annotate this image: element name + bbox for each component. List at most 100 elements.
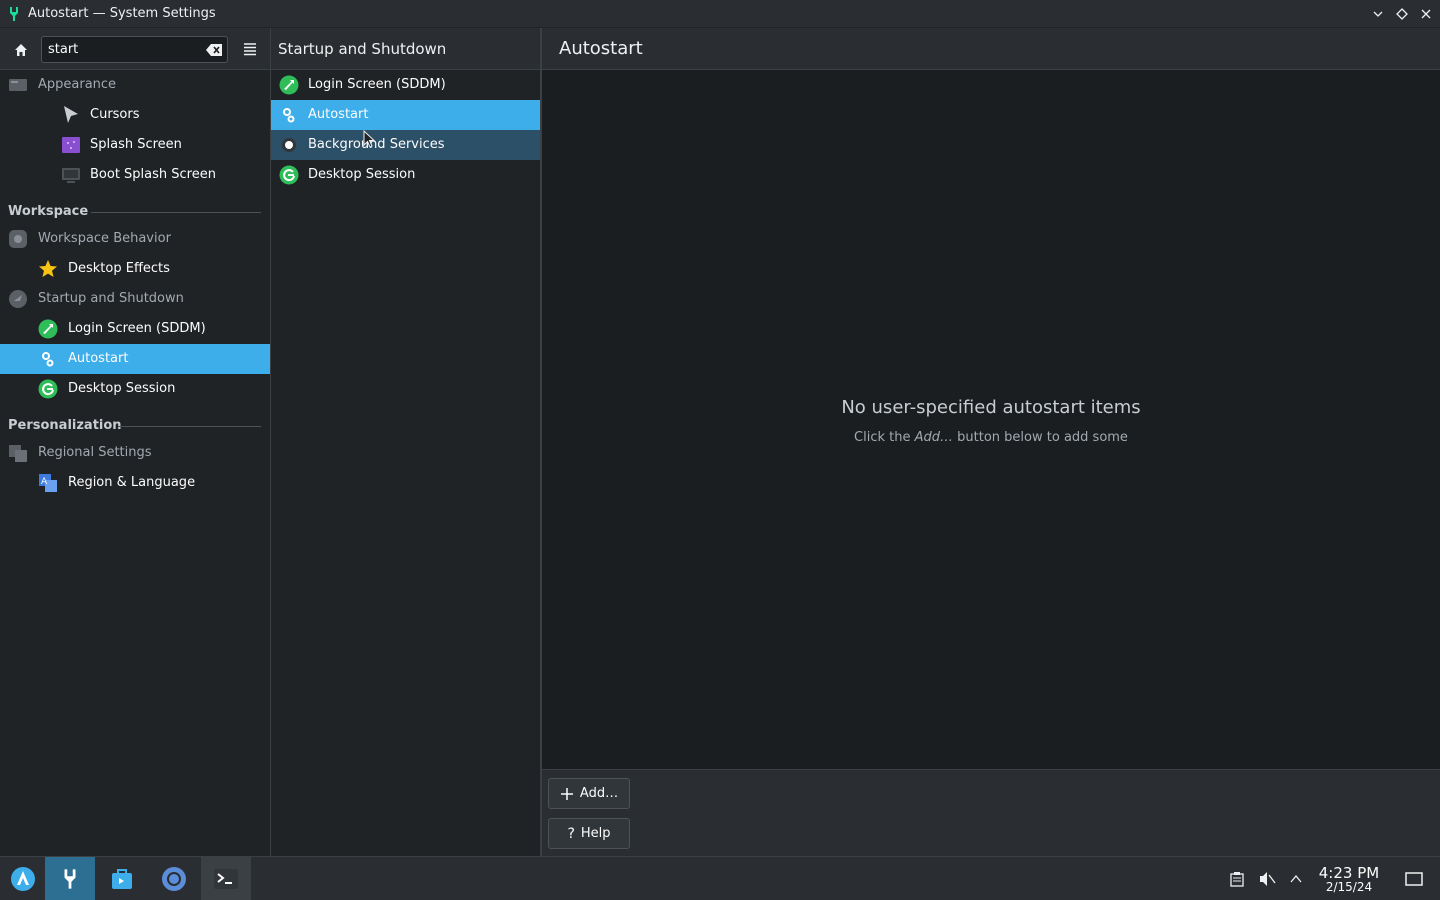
list-item-label: Desktop Session <box>308 167 416 182</box>
show-desktop-icon[interactable] <box>1404 869 1424 889</box>
login-icon <box>38 319 58 339</box>
home-icon <box>15 44 27 56</box>
sidebar-item-label: Cursors <box>90 107 140 122</box>
sidebar-item-appearance[interactable]: Appearance <box>0 70 270 100</box>
middle-header-title: Startup and Shutdown <box>271 28 541 70</box>
terminal-icon <box>214 869 238 889</box>
splash-icon <box>61 135 81 155</box>
sidebar-item-label: Boot Splash Screen <box>90 167 216 182</box>
category-list: Login Screen (SDDM) Autostart Background… <box>271 70 540 856</box>
list-item-label: Login Screen (SDDM) <box>308 77 446 92</box>
plus-icon <box>560 787 573 800</box>
taskbar-discover[interactable] <box>97 857 147 900</box>
sidebar-item-label: Startup and Shutdown <box>38 291 184 306</box>
window-title: Autostart — System Settings <box>28 6 216 21</box>
help-button[interactable]: ? Help <box>548 818 630 849</box>
mouse-pointer-icon <box>363 129 377 150</box>
hamburger-menu-button[interactable] <box>238 37 262 61</box>
login-icon <box>279 75 299 95</box>
store-icon <box>112 869 132 889</box>
list-item-label: Autostart <box>308 107 369 122</box>
startup-icon <box>8 289 28 309</box>
close-button[interactable] <box>1416 4 1436 24</box>
taskbar-system-settings[interactable] <box>45 857 95 900</box>
system-settings-icon <box>0 0 28 28</box>
sidebar-item-label: Region & Language <box>68 475 196 490</box>
autostart-content: No user-specified autostart items Click … <box>542 70 1440 769</box>
list-item-login-screen[interactable]: Login Screen (SDDM) <box>271 70 540 100</box>
minimize-button[interactable] <box>1368 4 1388 24</box>
add-button[interactable]: Add… <box>548 778 630 809</box>
autostart-icon <box>279 105 299 125</box>
sidebar-item-region-language[interactable]: A Region & Language <box>0 468 270 498</box>
taskbar-browser[interactable] <box>149 857 199 900</box>
page-title: Autostart <box>542 28 1440 70</box>
session-icon <box>38 379 58 399</box>
empty-state-subtitle: Click the Add… button below to add some <box>542 430 1440 445</box>
empty-state-subtitle-prefix: Click the <box>854 430 915 445</box>
regional-icon <box>8 443 28 463</box>
list-item-autostart[interactable]: Autostart <box>271 100 540 130</box>
sidebar-item-startup-and-shutdown[interactable]: Startup and Shutdown <box>0 284 270 314</box>
taskbar <box>0 856 1440 900</box>
footer-bar: Add… ? Help <box>542 769 1440 856</box>
system-settings-icon <box>64 869 76 889</box>
section-divider <box>91 212 261 213</box>
browser-icon <box>162 867 186 891</box>
sidebar-item-splash-screen[interactable]: Splash Screen <box>0 130 270 160</box>
sidebar-item-workspace-behavior[interactable]: Workspace Behavior <box>0 224 270 254</box>
sidebar-item-label: Appearance <box>38 77 117 92</box>
svg-text:A: A <box>41 477 48 487</box>
empty-state-subtitle-suffix: button below to add some <box>953 430 1128 445</box>
search-input[interactable]: start <box>41 36 228 63</box>
empty-state-subtitle-emph: Add… <box>914 430 954 445</box>
autostart-icon <box>38 349 58 369</box>
panel-divider[interactable] <box>270 28 271 856</box>
add-button-label: Add… <box>579 786 619 801</box>
sidebar-item-autostart[interactable]: Autostart <box>0 344 270 374</box>
section-divider <box>118 426 261 427</box>
sidebar-item-cursors[interactable]: Cursors <box>0 100 270 130</box>
search-input-value: start <box>48 42 79 57</box>
sidebar-item-boot-splash-screen[interactable]: Boot Splash Screen <box>0 160 270 190</box>
title-bar: Autostart — System Settings <box>0 0 1440 28</box>
sidebar: Appearance Cursors Splash Screen Boot Sp… <box>0 70 270 856</box>
volume-muted-icon[interactable] <box>1257 869 1277 889</box>
sidebar-item-label: Desktop Session <box>68 381 176 396</box>
session-icon <box>279 165 299 185</box>
workspace-icon <box>8 229 28 249</box>
clock-date[interactable]: 2/15/24 <box>1312 880 1386 894</box>
sidebar-item-label: Login Screen (SDDM) <box>68 321 206 336</box>
taskbar-terminal[interactable] <box>201 857 251 900</box>
services-icon <box>279 135 299 155</box>
launcher-icon <box>10 867 35 891</box>
sidebar-item-label: Autostart <box>68 351 129 366</box>
appearance-icon <box>8 75 28 95</box>
empty-state-title: No user-specified autostart items <box>841 397 1141 418</box>
list-item-desktop-session[interactable]: Desktop Session <box>271 160 540 190</box>
section-header-workspace: Workspace <box>8 204 89 219</box>
help-button-label: Help <box>580 826 611 841</box>
sidebar-item-label: Workspace Behavior <box>38 231 171 246</box>
sidebar-item-desktop-session[interactable]: Desktop Session <box>0 374 270 404</box>
maximize-button[interactable] <box>1392 4 1412 24</box>
monitor-icon <box>61 165 81 185</box>
hamburger-icon <box>244 43 256 56</box>
home-button[interactable] <box>8 37 34 63</box>
sidebar-item-desktop-effects[interactable]: Desktop Effects <box>0 254 270 284</box>
sidebar-item-label: Regional Settings <box>38 445 152 460</box>
sidebar-item-login-screen[interactable]: Login Screen (SDDM) <box>0 314 270 344</box>
sidebar-item-label: Desktop Effects <box>68 261 170 276</box>
application-launcher-button[interactable] <box>0 857 45 900</box>
star-icon <box>38 259 58 279</box>
sidebar-item-label: Splash Screen <box>90 137 182 152</box>
sidebar-header: start <box>0 28 270 70</box>
cursor-icon <box>61 105 81 125</box>
clear-search-icon[interactable] <box>205 42 223 58</box>
section-header-personalization: Personalization <box>8 418 122 433</box>
list-item-background-services[interactable]: Background Services <box>271 130 540 160</box>
tray-expand-icon[interactable] <box>1286 869 1306 889</box>
clipboard-icon[interactable] <box>1227 869 1247 889</box>
sidebar-item-regional-settings[interactable]: Regional Settings <box>0 438 270 468</box>
help-icon: ? <box>567 825 575 842</box>
